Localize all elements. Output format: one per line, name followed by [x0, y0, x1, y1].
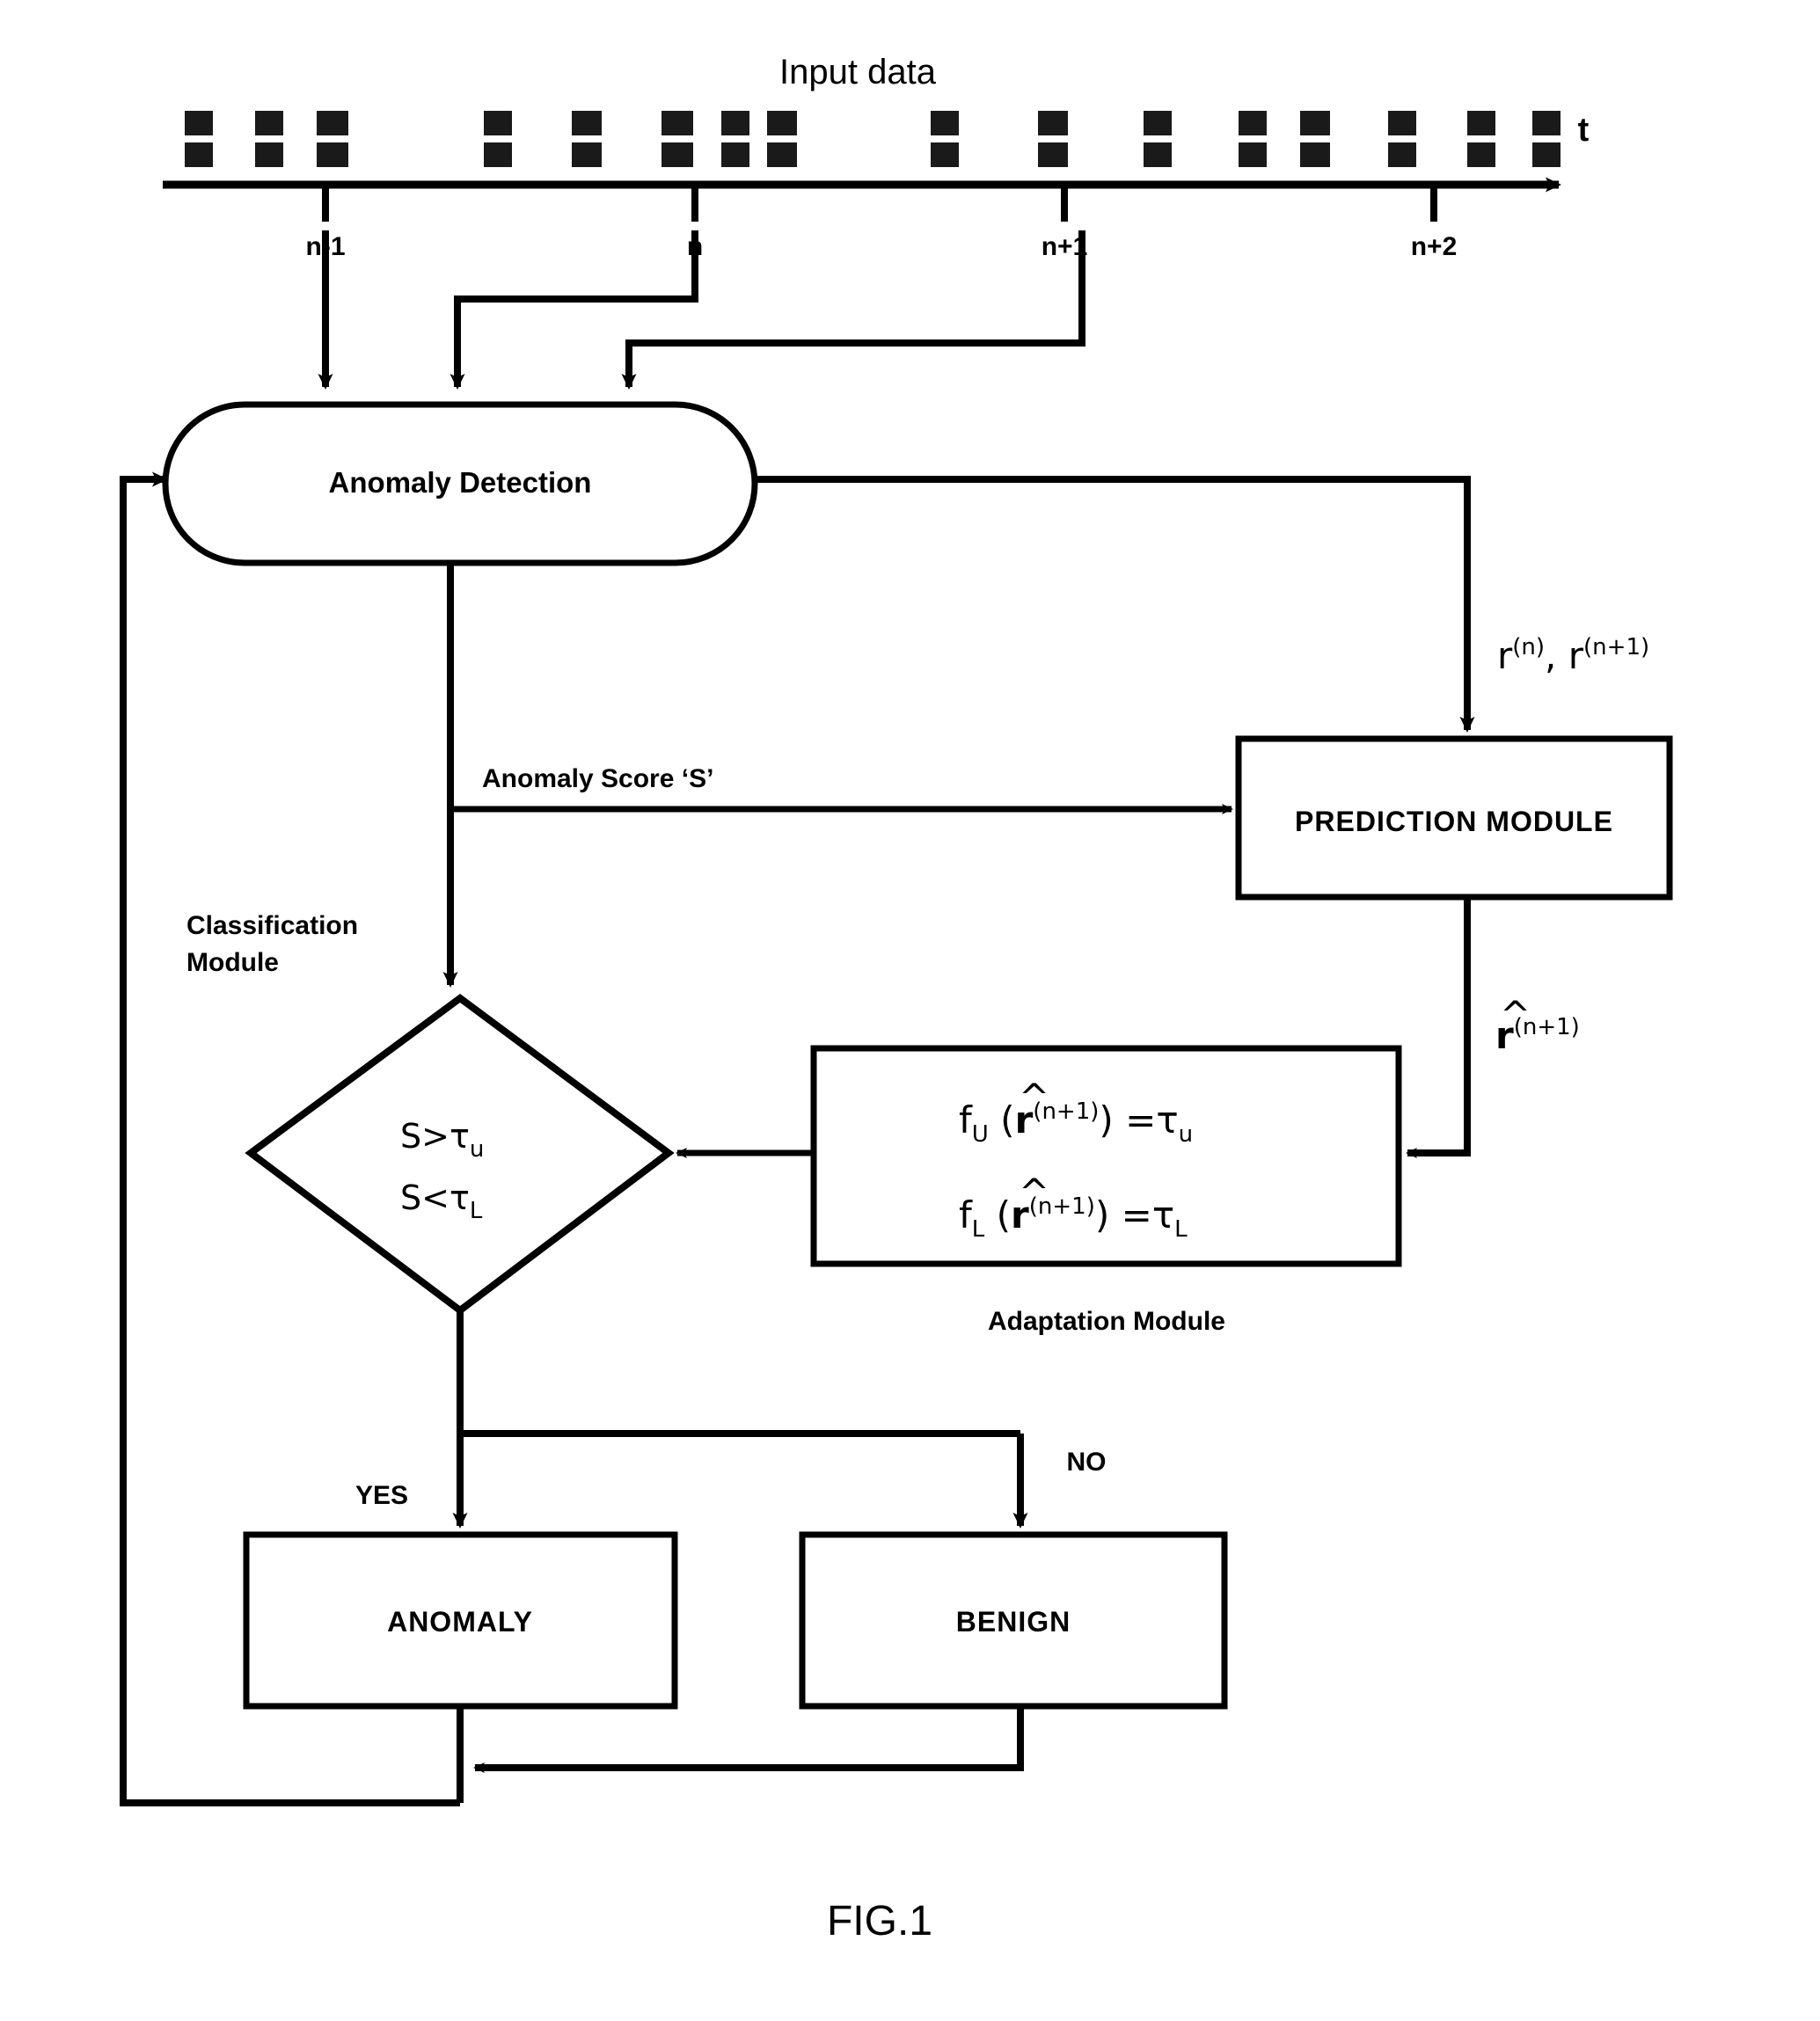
classification-module-label-line1: Classification — [186, 911, 358, 940]
fl-circumflex: ^ — [1019, 1171, 1049, 1214]
edge-n-to-detection — [450, 230, 698, 390]
adaptation-module-caption: Adaptation Module — [988, 1307, 1225, 1336]
svg-text:r(n), r(n+1): r(n), r(n+1) — [1497, 634, 1649, 677]
figure-caption: FIG.1 — [827, 1898, 932, 1944]
benign-result-label: BENIGN — [956, 1606, 1071, 1638]
fu-fn: f — [959, 1098, 973, 1142]
fu-circumflex: ^ — [1019, 1076, 1049, 1119]
tick-label-n-plus-1: n+1 — [1042, 232, 1088, 261]
classification-module-label-line2: Module — [186, 948, 279, 977]
residual-sup-1: (n) — [1512, 634, 1545, 660]
prediction-module-label: PREDICTION MODULE — [1295, 806, 1613, 837]
predicted-residual-label: r(n+1) ^ — [1495, 993, 1580, 1057]
fl-eq: = — [1122, 1193, 1152, 1237]
tick-label-n-minus-1: n-1 — [306, 232, 346, 261]
fl-rhs: τ — [1152, 1193, 1174, 1237]
fu-rhs: τ — [1156, 1098, 1178, 1142]
residual-sep: , — [1545, 634, 1568, 677]
input-data-label: Input data — [779, 53, 937, 91]
input-data-blocks — [185, 111, 1561, 167]
decision-lower-sym: τ — [450, 1178, 470, 1217]
fu-eq: = — [1125, 1098, 1156, 1142]
decision-upper-sym: τ — [450, 1117, 470, 1156]
timeline-ticks — [322, 185, 1437, 222]
edge-prediction-to-adaptation — [1406, 897, 1471, 1158]
fu-rhs-sub: u — [1179, 1121, 1193, 1148]
anomaly-result-label: ANOMALY — [387, 1606, 533, 1638]
time-axis-label: t — [1578, 112, 1590, 149]
decision-lower-sub: L — [470, 1198, 483, 1224]
patent-figure: Input data t n-1 n n+1 n+2 Anomaly Detec… — [0, 0, 1820, 2021]
anomaly-score-label: Anomaly Score ‘S’ — [482, 764, 713, 793]
residuals-label: r(n), r(n+1) — [1497, 634, 1649, 677]
edge-detection-to-prediction — [755, 476, 1475, 733]
fu-sub: U — [972, 1121, 989, 1148]
tick-label-n-plus-2: n+2 — [1411, 232, 1458, 261]
residual-base-2: r — [1568, 634, 1584, 677]
rhat-circumflex: ^ — [1500, 993, 1531, 1036]
fl-sub: L — [972, 1216, 985, 1243]
decision-upper-prefix: S> — [400, 1117, 450, 1156]
residual-sup-2: (n+1) — [1583, 634, 1649, 660]
decision-upper-sub: u — [470, 1136, 484, 1163]
decision-lower-prefix: S< — [400, 1178, 450, 1217]
edge-benign-feedback — [473, 1706, 1024, 1773]
fl-fn: f — [959, 1193, 973, 1237]
tick-label-n: n — [687, 232, 703, 261]
fl-rhs-sub: L — [1174, 1216, 1188, 1243]
no-label: NO — [1067, 1448, 1107, 1477]
flowchart-svg: Input data t n-1 n n+1 n+2 Anomaly Detec… — [120, 53, 1673, 1944]
anomaly-detection-label: Anomaly Detection — [329, 466, 592, 499]
residual-base-1: r — [1497, 634, 1513, 677]
yes-label: YES — [355, 1481, 408, 1510]
